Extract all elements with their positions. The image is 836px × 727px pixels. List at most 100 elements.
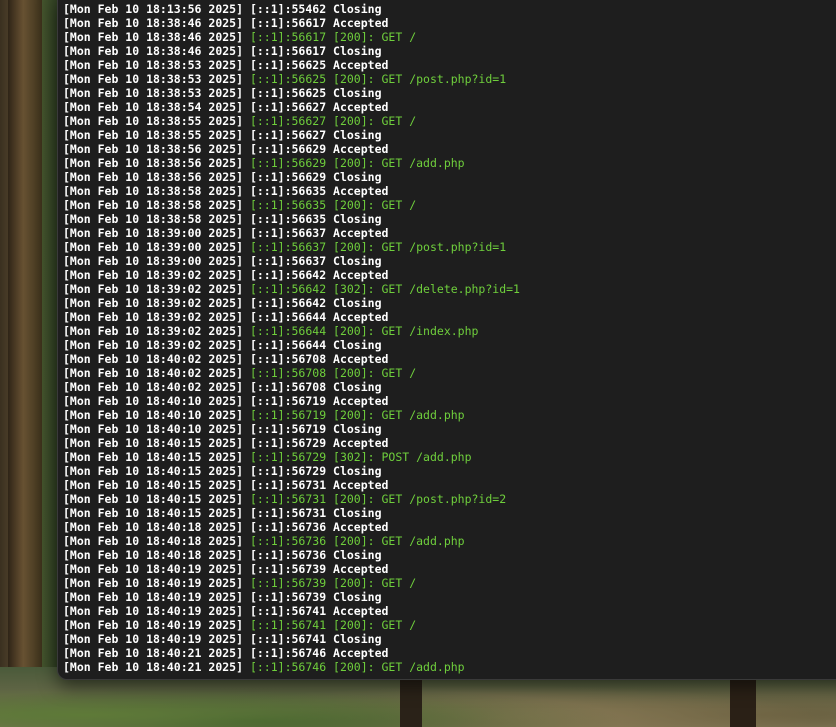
log-connection-message: [::1]:56644 Closing	[249, 338, 382, 352]
log-line: [Mon Feb 10 18:39:02 2025] [::1]:56642 C…	[63, 296, 520, 310]
terminal-window[interactable]: [Mon Feb 10 18:13:56 2025] [::1]:55462 C…	[57, 0, 836, 680]
log-connection-message: [::1]:56629 Closing	[249, 170, 382, 184]
log-timestamp: [Mon Feb 10 18:39:02 2025]	[63, 282, 244, 296]
log-line: [Mon Feb 10 18:38:46 2025] [::1]:56617 C…	[63, 44, 520, 58]
log-connection-message: [::1]:56635 Closing	[249, 212, 382, 226]
log-timestamp: [Mon Feb 10 18:40:19 2025]	[63, 562, 244, 576]
terminal-output[interactable]: [Mon Feb 10 18:13:56 2025] [::1]:55462 C…	[63, 2, 520, 674]
log-line: [Mon Feb 10 18:39:02 2025] [::1]:56644 C…	[63, 338, 520, 352]
log-line: [Mon Feb 10 18:40:15 2025] [::1]:56731 C…	[63, 506, 520, 520]
log-timestamp: [Mon Feb 10 18:40:15 2025]	[63, 436, 244, 450]
log-line: [Mon Feb 10 18:38:46 2025] [::1]:56617 […	[63, 30, 520, 44]
log-connection-message: [::1]:56739 Accepted	[249, 562, 389, 576]
log-timestamp: [Mon Feb 10 18:38:53 2025]	[63, 72, 244, 86]
log-connection-message: [::1]:56644 Accepted	[249, 310, 389, 324]
log-line: [Mon Feb 10 18:40:18 2025] [::1]:56736 C…	[63, 548, 520, 562]
log-line: [Mon Feb 10 18:39:00 2025] [::1]:56637 A…	[63, 226, 520, 240]
log-line: [Mon Feb 10 18:40:18 2025] [::1]:56736 A…	[63, 520, 520, 534]
log-connection-message: [::1]:56635 Accepted	[249, 184, 389, 198]
log-connection-message: [::1]:55462 Closing	[249, 2, 382, 16]
log-line: [Mon Feb 10 18:40:02 2025] [::1]:56708 […	[63, 366, 520, 380]
log-timestamp: [Mon Feb 10 18:40:02 2025]	[63, 380, 244, 394]
log-line: [Mon Feb 10 18:38:53 2025] [::1]:56625 A…	[63, 58, 520, 72]
log-line: [Mon Feb 10 18:40:15 2025] [::1]:56731 […	[63, 492, 520, 506]
log-connection-message: [::1]:56719 Accepted	[249, 394, 389, 408]
log-line: [Mon Feb 10 18:40:10 2025] [::1]:56719 […	[63, 408, 520, 422]
log-timestamp: [Mon Feb 10 18:38:53 2025]	[63, 58, 244, 72]
log-timestamp: [Mon Feb 10 18:40:10 2025]	[63, 408, 244, 422]
log-timestamp: [Mon Feb 10 18:13:56 2025]	[63, 2, 244, 16]
log-timestamp: [Mon Feb 10 18:38:56 2025]	[63, 170, 244, 184]
log-connection-message: [::1]:56629 Accepted	[249, 142, 389, 156]
log-timestamp: [Mon Feb 10 18:38:55 2025]	[63, 114, 244, 128]
log-line: [Mon Feb 10 18:40:15 2025] [::1]:56729 A…	[63, 436, 520, 450]
log-connection-message: [::1]:56617 Closing	[249, 44, 382, 58]
log-connection-message: [::1]:56719 Closing	[249, 422, 382, 436]
log-line: [Mon Feb 10 18:40:15 2025] [::1]:56729 […	[63, 450, 520, 464]
log-timestamp: [Mon Feb 10 18:39:00 2025]	[63, 240, 244, 254]
log-connection-message: [::1]:56617 Accepted	[249, 16, 389, 30]
log-timestamp: [Mon Feb 10 18:39:02 2025]	[63, 296, 244, 310]
log-timestamp: [Mon Feb 10 18:40:19 2025]	[63, 576, 244, 590]
log-line: [Mon Feb 10 18:40:19 2025] [::1]:56741 C…	[63, 632, 520, 646]
log-request-message: [::1]:56627 [200]: GET /	[249, 114, 417, 128]
log-line: [Mon Feb 10 18:39:00 2025] [::1]:56637 […	[63, 240, 520, 254]
log-timestamp: [Mon Feb 10 18:38:56 2025]	[63, 142, 244, 156]
log-request-message: [::1]:56625 [200]: GET /post.php?id=1	[249, 72, 507, 86]
log-connection-message: [::1]:56625 Closing	[249, 86, 382, 100]
log-request-message: [::1]:56729 [302]: POST /add.php	[249, 450, 472, 464]
log-line: [Mon Feb 10 18:40:21 2025] [::1]:56746 […	[63, 660, 520, 674]
log-timestamp: [Mon Feb 10 18:40:15 2025]	[63, 478, 244, 492]
log-timestamp: [Mon Feb 10 18:40:21 2025]	[63, 646, 244, 660]
log-timestamp: [Mon Feb 10 18:40:19 2025]	[63, 632, 244, 646]
log-timestamp: [Mon Feb 10 18:40:15 2025]	[63, 492, 244, 506]
log-request-message: [::1]:56708 [200]: GET /	[249, 366, 417, 380]
log-timestamp: [Mon Feb 10 18:38:46 2025]	[63, 16, 244, 30]
log-request-message: [::1]:56739 [200]: GET /	[249, 576, 417, 590]
log-timestamp: [Mon Feb 10 18:39:00 2025]	[63, 226, 244, 240]
log-connection-message: [::1]:56731 Closing	[249, 506, 382, 520]
log-connection-message: [::1]:56741 Closing	[249, 632, 382, 646]
log-connection-message: [::1]:56642 Accepted	[249, 268, 389, 282]
log-line: [Mon Feb 10 18:38:46 2025] [::1]:56617 A…	[63, 16, 520, 30]
log-request-message: [::1]:56746 [200]: GET /add.php	[249, 660, 465, 674]
log-timestamp: [Mon Feb 10 18:38:55 2025]	[63, 128, 244, 142]
log-timestamp: [Mon Feb 10 18:40:10 2025]	[63, 422, 244, 436]
log-line: [Mon Feb 10 18:40:02 2025] [::1]:56708 A…	[63, 352, 520, 366]
log-connection-message: [::1]:56637 Accepted	[249, 226, 389, 240]
log-timestamp: [Mon Feb 10 18:40:02 2025]	[63, 366, 244, 380]
log-connection-message: [::1]:56729 Closing	[249, 464, 382, 478]
log-timestamp: [Mon Feb 10 18:39:02 2025]	[63, 324, 244, 338]
log-connection-message: [::1]:56746 Accepted	[249, 646, 389, 660]
log-line: [Mon Feb 10 18:39:02 2025] [::1]:56642 A…	[63, 268, 520, 282]
log-timestamp: [Mon Feb 10 18:38:53 2025]	[63, 86, 244, 100]
log-request-message: [::1]:56617 [200]: GET /	[249, 30, 417, 44]
log-timestamp: [Mon Feb 10 18:40:19 2025]	[63, 590, 244, 604]
log-line: [Mon Feb 10 18:38:56 2025] [::1]:56629 […	[63, 156, 520, 170]
log-connection-message: [::1]:56627 Closing	[249, 128, 382, 142]
log-timestamp: [Mon Feb 10 18:38:54 2025]	[63, 100, 244, 114]
log-line: [Mon Feb 10 18:38:56 2025] [::1]:56629 C…	[63, 170, 520, 184]
log-connection-message: [::1]:56637 Closing	[249, 254, 382, 268]
log-connection-message: [::1]:56729 Accepted	[249, 436, 389, 450]
log-line: [Mon Feb 10 18:38:53 2025] [::1]:56625 […	[63, 72, 520, 86]
log-timestamp: [Mon Feb 10 18:40:18 2025]	[63, 534, 244, 548]
log-line: [Mon Feb 10 18:40:18 2025] [::1]:56736 […	[63, 534, 520, 548]
log-connection-message: [::1]:56731 Accepted	[249, 478, 389, 492]
log-timestamp: [Mon Feb 10 18:38:56 2025]	[63, 156, 244, 170]
log-timestamp: [Mon Feb 10 18:39:02 2025]	[63, 310, 244, 324]
log-timestamp: [Mon Feb 10 18:40:15 2025]	[63, 464, 244, 478]
log-line: [Mon Feb 10 18:39:02 2025] [::1]:56642 […	[63, 282, 520, 296]
log-line: [Mon Feb 10 18:38:53 2025] [::1]:56625 C…	[63, 86, 520, 100]
log-connection-message: [::1]:56741 Accepted	[249, 604, 389, 618]
log-request-message: [::1]:56642 [302]: GET /delete.php?id=1	[249, 282, 520, 296]
log-line: [Mon Feb 10 18:38:56 2025] [::1]:56629 A…	[63, 142, 520, 156]
log-timestamp: [Mon Feb 10 18:39:00 2025]	[63, 254, 244, 268]
log-timestamp: [Mon Feb 10 18:38:58 2025]	[63, 212, 244, 226]
log-line: [Mon Feb 10 18:39:02 2025] [::1]:56644 A…	[63, 310, 520, 324]
log-connection-message: [::1]:56642 Closing	[249, 296, 382, 310]
log-line: [Mon Feb 10 18:40:19 2025] [::1]:56739 C…	[63, 590, 520, 604]
log-connection-message: [::1]:56739 Closing	[249, 590, 382, 604]
log-timestamp: [Mon Feb 10 18:38:58 2025]	[63, 184, 244, 198]
log-timestamp: [Mon Feb 10 18:40:18 2025]	[63, 548, 244, 562]
